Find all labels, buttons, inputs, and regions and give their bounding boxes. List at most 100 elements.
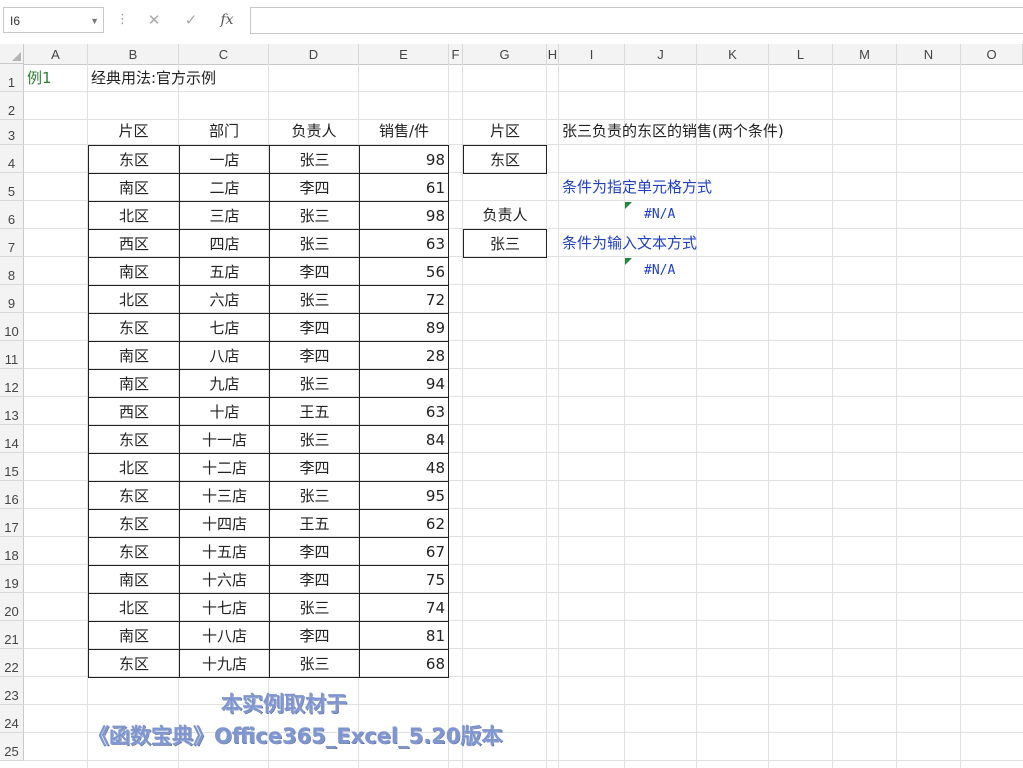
table-cell-department[interactable]: 十四店 [179,509,270,538]
column-header-e[interactable]: E [359,44,449,64]
table-cell-department[interactable]: 七店 [179,313,270,342]
table-cell-region[interactable]: 南区 [88,257,180,286]
table-cell-person[interactable]: 李四 [269,257,360,286]
row-header-16[interactable]: 16 [0,481,24,509]
table-cell-department[interactable]: 十八店 [179,621,270,650]
column-header-n[interactable]: N [897,44,961,64]
table-cell-sales[interactable]: 62 [359,509,449,538]
row-header-9[interactable]: 9 [0,285,24,313]
question-text[interactable]: 张三负责的东区的销售(两个条件) [559,117,859,145]
table-cell-region[interactable]: 南区 [88,173,180,202]
row-header-20[interactable]: 20 [0,593,24,621]
column-header-l[interactable]: L [769,44,833,64]
table-cell-region[interactable]: 东区 [88,313,180,342]
name-box[interactable]: I6 ▼ [3,7,104,33]
chevron-down-icon[interactable]: ▼ [90,8,99,34]
table-cell-region[interactable]: 东区 [88,649,180,678]
table-cell-sales[interactable]: 98 [359,145,449,174]
table-cell-sales[interactable]: 75 [359,565,449,594]
row-header-11[interactable]: 11 [0,341,24,369]
table-cell-person[interactable]: 王五 [269,509,360,538]
more-vertical-icon[interactable]: ⋮ [116,9,129,31]
table-cell-sales[interactable]: 48 [359,453,449,482]
row-header-14[interactable]: 14 [0,425,24,453]
table-cell-sales[interactable]: 89 [359,313,449,342]
table-cell-region[interactable]: 北区 [88,453,180,482]
table-cell-region[interactable]: 南区 [88,369,180,398]
header-person[interactable]: 负责人 [269,117,359,145]
row-header-19[interactable]: 19 [0,565,24,593]
header-sales[interactable]: 销售/件 [359,117,449,145]
table-cell-person[interactable]: 张三 [269,649,360,678]
criteria-region-value[interactable]: 东区 [463,145,547,174]
header-department[interactable]: 部门 [179,117,269,145]
row-header-4[interactable]: 4 [0,145,24,173]
table-cell-sales[interactable]: 61 [359,173,449,202]
insert-function-button[interactable]: fx [213,8,241,32]
table-cell-person[interactable]: 张三 [269,425,360,454]
table-cell-region[interactable]: 西区 [88,397,180,426]
table-cell-person[interactable]: 张三 [269,201,360,230]
row-header-8[interactable]: 8 [0,257,24,285]
table-cell-department[interactable]: 五店 [179,257,270,286]
table-cell-region[interactable]: 南区 [88,565,180,594]
table-cell-person[interactable]: 张三 [269,369,360,398]
formula-input[interactable] [250,7,1023,34]
table-cell-region[interactable]: 南区 [88,341,180,370]
table-cell-department[interactable]: 十二店 [179,453,270,482]
row-header-23[interactable]: 23 [0,677,24,705]
column-header-k[interactable]: K [697,44,769,64]
example-label[interactable]: 例1 [24,64,88,92]
row-header-6[interactable]: 6 [0,201,24,229]
result1-cell[interactable]: #N/A [625,201,725,229]
table-cell-person[interactable]: 张三 [269,229,360,258]
close-icon[interactable]: ✕ [141,8,167,32]
table-cell-person[interactable]: 李四 [269,453,360,482]
column-header-i[interactable]: I [559,44,625,64]
column-header-f[interactable]: F [449,44,463,64]
table-cell-region[interactable]: 东区 [88,425,180,454]
row-header-15[interactable]: 15 [0,453,24,481]
row-header-2[interactable]: 2 [0,92,24,120]
table-cell-person[interactable]: 张三 [269,593,360,622]
table-cell-region[interactable]: 北区 [88,201,180,230]
table-cell-region[interactable]: 东区 [88,537,180,566]
row-header-13[interactable]: 13 [0,397,24,425]
table-cell-person[interactable]: 李四 [269,341,360,370]
table-cell-department[interactable]: 三店 [179,201,270,230]
criteria-region-header[interactable]: 片区 [463,117,547,145]
check-icon[interactable]: ✓ [178,8,204,32]
column-header-d[interactable]: D [269,44,359,64]
table-cell-department[interactable]: 九店 [179,369,270,398]
row-header-18[interactable]: 18 [0,537,24,565]
method1-text[interactable]: 条件为指定单元格方式 [559,173,859,201]
column-header-h[interactable]: H [547,44,559,64]
row-header-12[interactable]: 12 [0,369,24,397]
table-cell-region[interactable]: 东区 [88,145,180,174]
table-cell-department[interactable]: 十店 [179,397,270,426]
criteria-person-value[interactable]: 张三 [463,229,547,258]
table-cell-department[interactable]: 十一店 [179,425,270,454]
table-cell-department[interactable]: 十五店 [179,537,270,566]
column-header-m[interactable]: M [833,44,897,64]
table-cell-department[interactable]: 十九店 [179,649,270,678]
table-cell-department[interactable]: 十六店 [179,565,270,594]
row-header-24[interactable]: 24 [0,705,24,733]
result2-cell[interactable]: #N/A [625,257,725,285]
table-cell-person[interactable]: 李四 [269,621,360,650]
column-header-c[interactable]: C [179,44,269,64]
table-cell-region[interactable]: 东区 [88,481,180,510]
table-cell-person[interactable]: 李四 [269,173,360,202]
table-cell-department[interactable]: 十三店 [179,481,270,510]
table-cell-region[interactable]: 东区 [88,509,180,538]
row-header-3[interactable]: 3 [0,120,24,145]
table-cell-sales[interactable]: 74 [359,593,449,622]
table-cell-sales[interactable]: 67 [359,537,449,566]
row-header-5[interactable]: 5 [0,173,24,201]
table-cell-region[interactable]: 北区 [88,285,180,314]
table-cell-department[interactable]: 四店 [179,229,270,258]
table-cell-sales[interactable]: 94 [359,369,449,398]
criteria-person-header[interactable]: 负责人 [463,201,547,229]
table-cell-sales[interactable]: 84 [359,425,449,454]
header-region[interactable]: 片区 [88,117,179,145]
